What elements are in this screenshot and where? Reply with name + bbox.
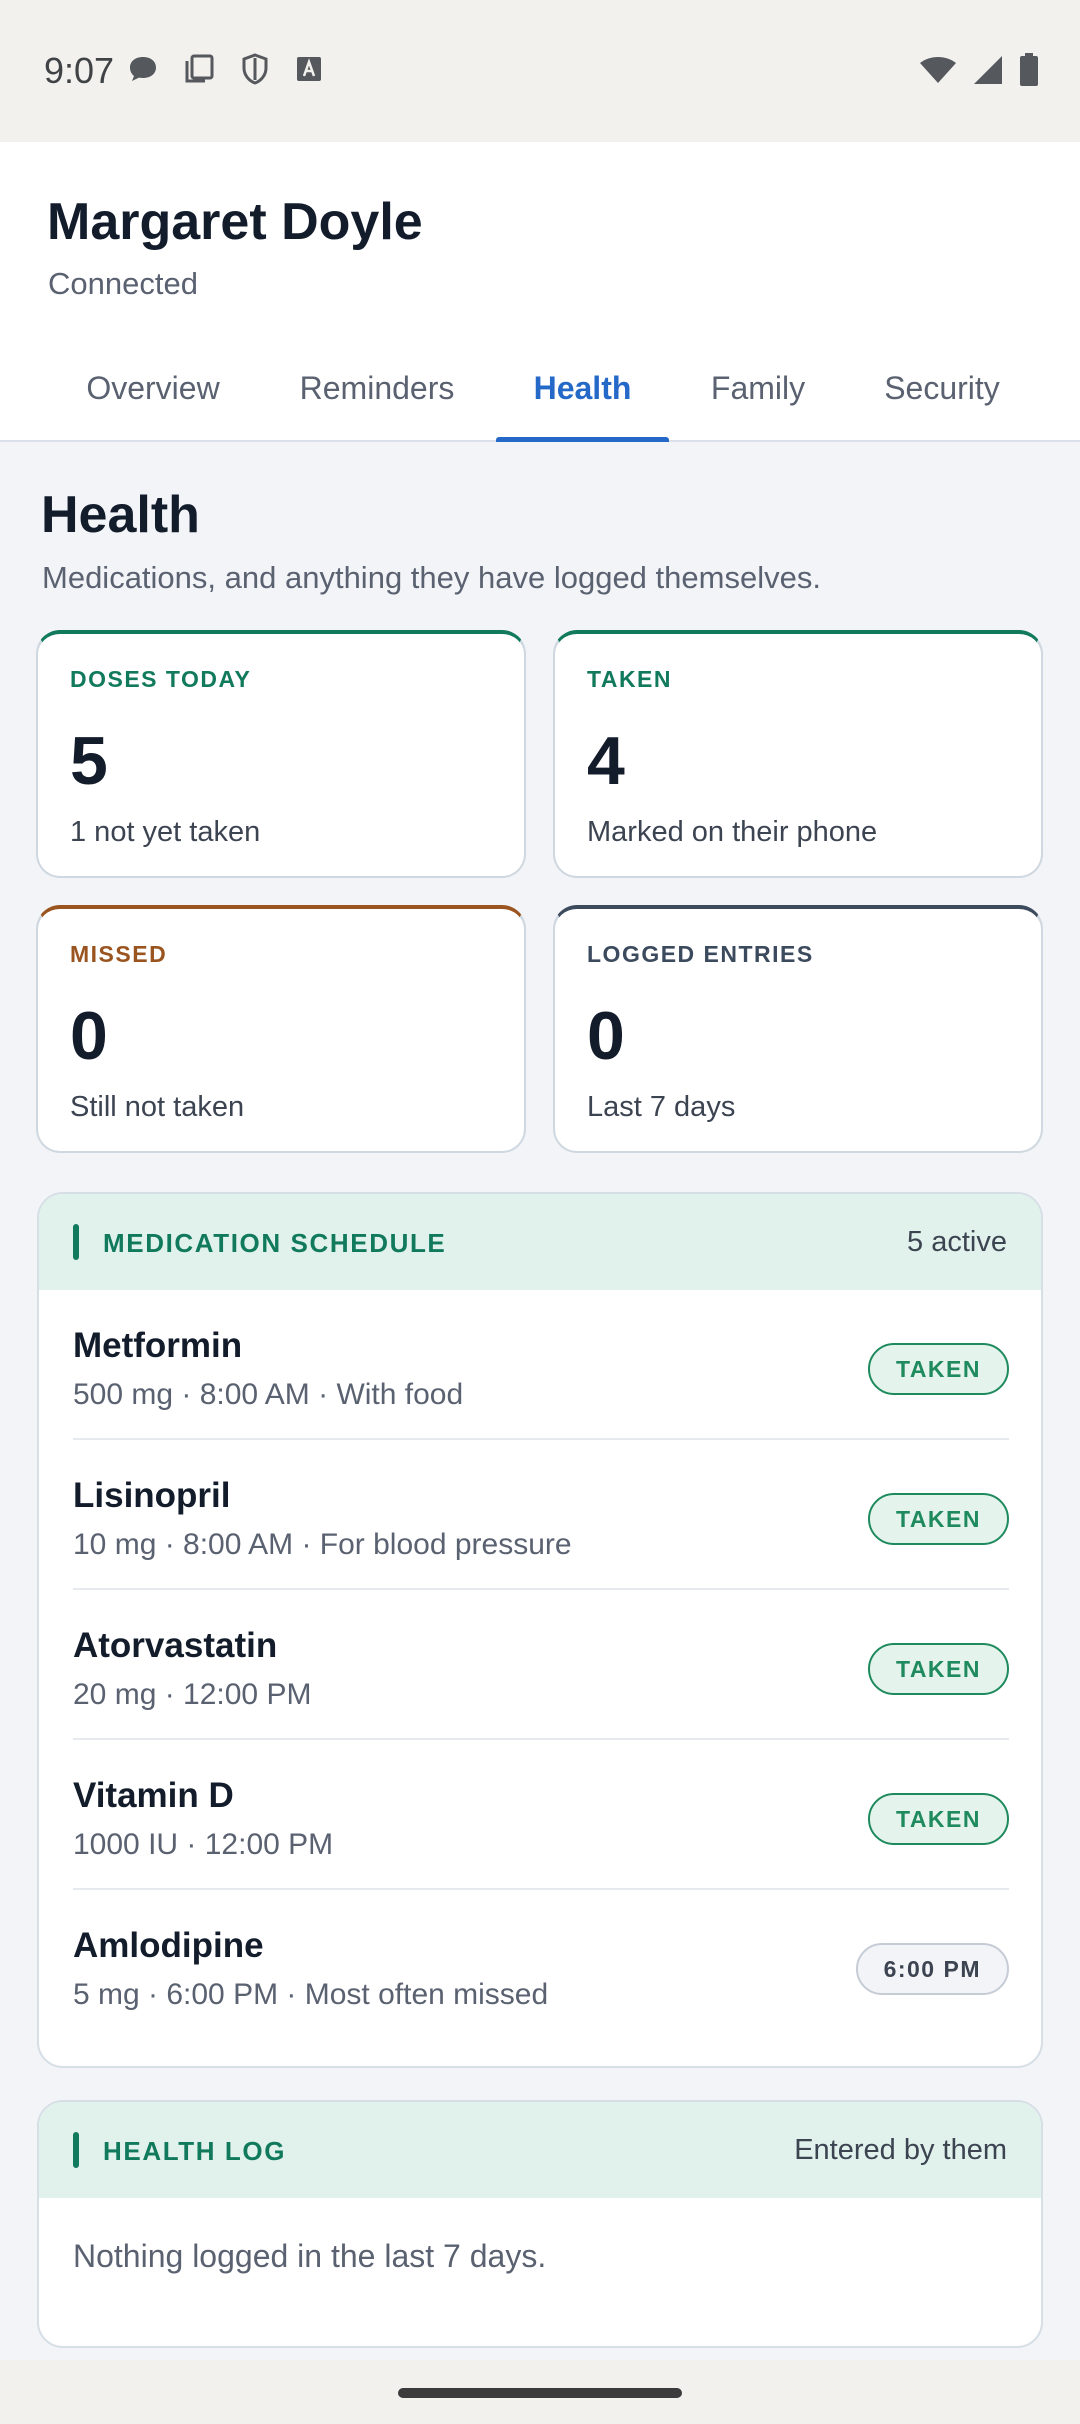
stat-card-logged-entries: LOGGED ENTRIES 0 Last 7 days xyxy=(553,905,1043,1153)
stat-card-doses-today: DOSES TODAY 5 1 not yet taken xyxy=(36,630,526,878)
medication-name: Atorvastatin xyxy=(73,1626,278,1665)
chat-bubble-icon xyxy=(126,52,160,86)
wifi-icon xyxy=(918,53,958,87)
medication-detail: 500 mg · 8:00 AM · With food xyxy=(73,1378,464,1411)
medication-name: Amlodipine xyxy=(73,1926,264,1965)
panel-accent-bar xyxy=(73,2132,79,2168)
stat-label: MISSED xyxy=(70,941,168,967)
scheduled-time-badge: 6:00 PM xyxy=(855,1943,1009,1995)
status-badge: TAKEN xyxy=(867,1793,1009,1845)
stat-subtext: Last 7 days xyxy=(587,1091,736,1123)
medication-row-amlodipine[interactable]: Amlodipine 5 mg · 6:00 PM · Most often m… xyxy=(73,1890,1009,2040)
active-tab-indicator xyxy=(496,437,669,442)
patient-name: Margaret Doyle xyxy=(47,193,423,251)
medication-row-metformin[interactable]: Metformin 500 mg · 8:00 AM · With food T… xyxy=(73,1290,1009,1440)
panel-meta: Entered by them xyxy=(794,2134,1007,2166)
page-description: Medications, and anything they have logg… xyxy=(42,560,821,595)
tab-health[interactable]: Health xyxy=(496,360,669,442)
medication-detail: 1000 IU · 12:00 PM xyxy=(73,1828,334,1861)
panel-accent-bar xyxy=(73,1224,79,1260)
battery-icon xyxy=(1018,52,1040,88)
panel-title: HEALTH LOG xyxy=(103,2136,287,2166)
panel-title: MEDICATION SCHEDULE xyxy=(103,1228,447,1258)
home-handle[interactable] xyxy=(398,2388,682,2398)
copy-icon xyxy=(182,52,216,86)
medication-schedule-panel: MEDICATION SCHEDULE 5 active Metformin 5… xyxy=(37,1192,1043,2068)
header: Margaret Doyle Connected Overview Remind… xyxy=(0,142,1080,442)
medication-row-vitamin-d[interactable]: Vitamin D 1000 IU · 12:00 PM TAKEN xyxy=(73,1740,1009,1890)
medication-name: Vitamin D xyxy=(73,1776,234,1815)
a-box-icon xyxy=(294,54,324,84)
status-icons-right xyxy=(918,52,1040,88)
stat-subtext: Still not taken xyxy=(70,1091,245,1123)
active-count: 5 active xyxy=(907,1226,1007,1258)
medication-detail: 10 mg · 8:00 AM · For blood pressure xyxy=(73,1528,572,1561)
health-log-panel: HEALTH LOG Entered by them Nothing logge… xyxy=(37,2100,1043,2348)
medication-name: Metformin xyxy=(73,1326,243,1365)
medication-detail: 20 mg · 12:00 PM xyxy=(73,1678,312,1711)
stat-subtext: Marked on their phone xyxy=(587,816,878,848)
medication-row-lisinopril[interactable]: Lisinopril 10 mg · 8:00 AM · For blood p… xyxy=(73,1440,1009,1590)
stat-label: TAKEN xyxy=(587,666,673,692)
medication-name: Lisinopril xyxy=(73,1476,231,1515)
panel-header: MEDICATION SCHEDULE 5 active xyxy=(39,1194,1041,1290)
stat-value: 0 xyxy=(70,998,108,1074)
shield-icon xyxy=(238,52,272,86)
medication-row-atorvastatin[interactable]: Atorvastatin 20 mg · 12:00 PM TAKEN xyxy=(73,1590,1009,1740)
stat-value: 5 xyxy=(70,723,108,799)
tab-reminders[interactable]: Reminders xyxy=(278,360,476,442)
gesture-nav-bar xyxy=(0,2360,1080,2424)
stat-value: 4 xyxy=(587,723,625,799)
tab-security[interactable]: Security xyxy=(862,360,1022,442)
status-badge: TAKEN xyxy=(867,1343,1009,1395)
stat-label: DOSES TODAY xyxy=(70,666,252,692)
page-title: Health xyxy=(41,486,200,544)
tab-bar: Overview Reminders Health Family Securit… xyxy=(0,360,1080,442)
tab-overview[interactable]: Overview xyxy=(60,360,246,442)
tab-family[interactable]: Family xyxy=(693,360,823,442)
connection-status: Connected xyxy=(48,266,198,301)
status-badge: TAKEN xyxy=(867,1493,1009,1545)
stat-value: 0 xyxy=(587,998,625,1074)
stat-subtext: 1 not yet taken xyxy=(70,816,261,848)
medication-detail: 5 mg · 6:00 PM · Most often missed xyxy=(73,1978,549,2011)
stat-card-taken: TAKEN 4 Marked on their phone xyxy=(553,630,1043,878)
status-badge: TAKEN xyxy=(867,1643,1009,1695)
status-time: 9:07 xyxy=(44,50,115,91)
status-bar: 9:07 xyxy=(0,0,1080,142)
panel-header: HEALTH LOG Entered by them xyxy=(39,2102,1041,2198)
stat-label: LOGGED ENTRIES xyxy=(587,941,814,967)
empty-state-text: Nothing logged in the last 7 days. xyxy=(73,2238,547,2274)
stat-card-missed: MISSED 0 Still not taken xyxy=(36,905,526,1153)
cell-signal-icon xyxy=(972,53,1004,87)
status-icons-left xyxy=(126,52,324,86)
